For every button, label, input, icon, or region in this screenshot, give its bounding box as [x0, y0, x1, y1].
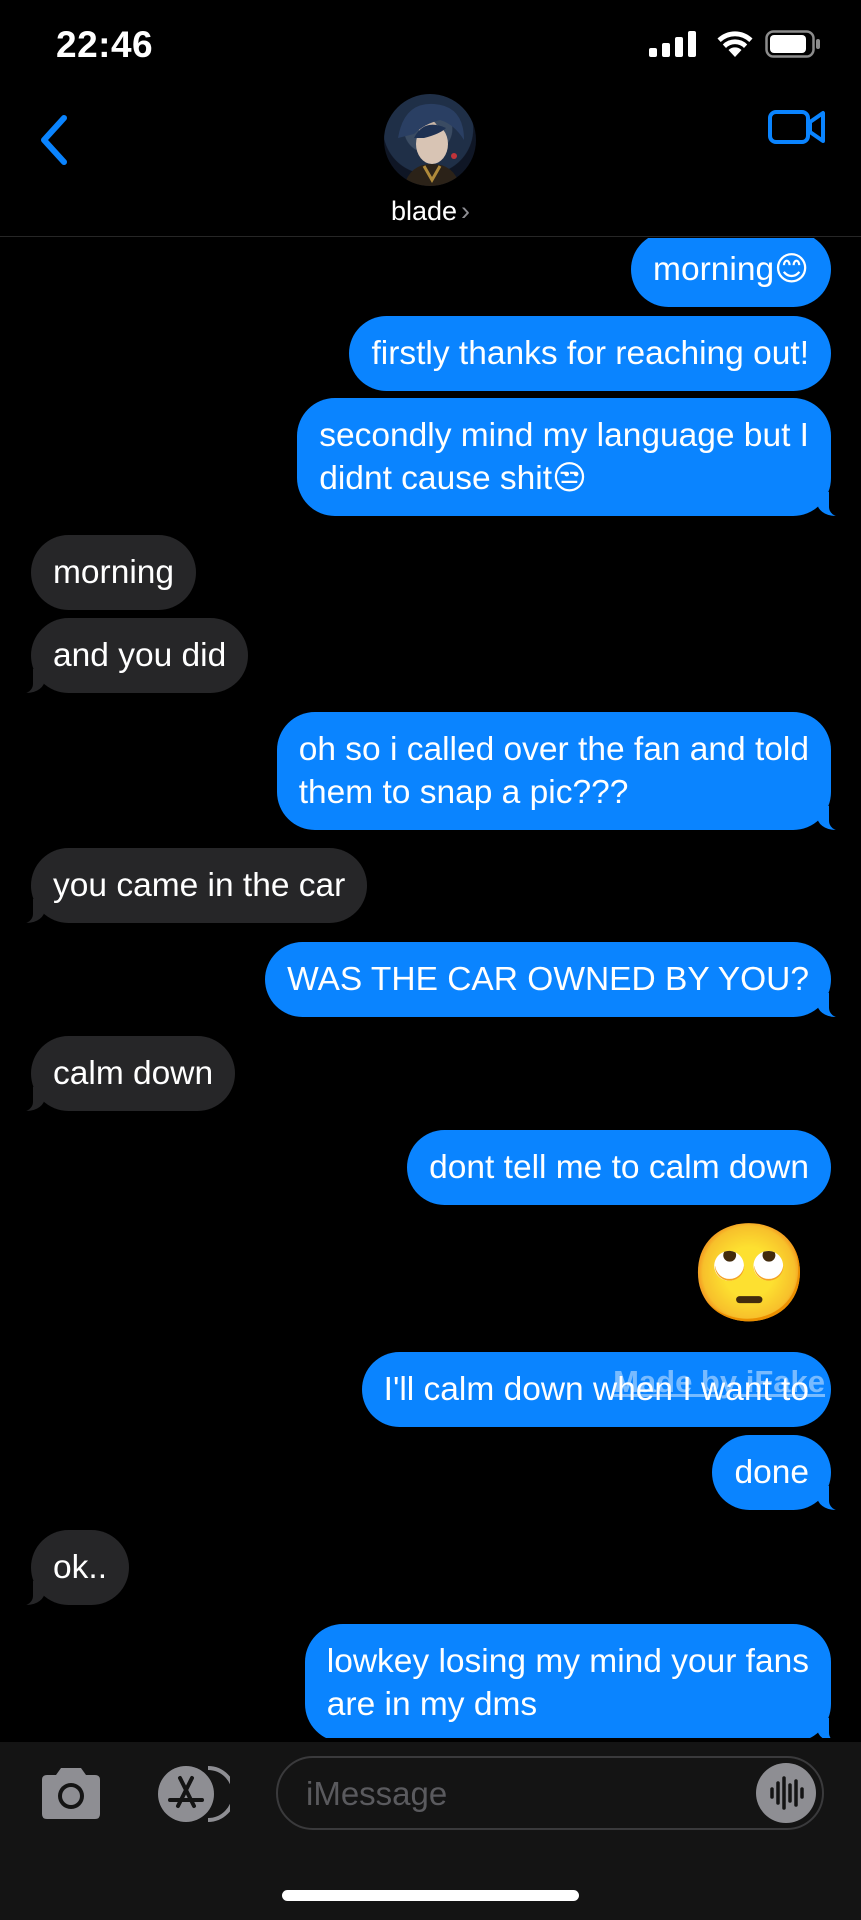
contact-name-button[interactable]: blade ›: [0, 196, 861, 227]
chevron-right-icon: ›: [461, 196, 471, 226]
waveform-glyph: [770, 1776, 804, 1810]
app-store-icon[interactable]: [150, 1764, 230, 1824]
message-bubble-sent[interactable]: oh so i called over the fan and told the…: [276, 712, 848, 831]
wifi-icon: [717, 31, 753, 57]
camera-icon[interactable]: [36, 1764, 106, 1822]
back-chevron-icon[interactable]: [30, 104, 80, 174]
status-time: 22:46: [56, 24, 154, 65]
contact-name: blade: [390, 196, 458, 226]
status-icons: [649, 30, 821, 58]
message-input[interactable]: [304, 1770, 728, 1818]
facetime-video-icon[interactable]: [767, 100, 827, 150]
message-bubble-sent[interactable]: dont tell me to calm down: [407, 1130, 831, 1205]
battery-icon: [765, 30, 820, 58]
message-input-field[interactable]: [276, 1756, 824, 1830]
message-bubble-received[interactable]: you came in the car: [14, 848, 368, 924]
message-bubble-sent[interactable]: done: [712, 1435, 847, 1511]
contact-avatar[interactable]: [384, 94, 476, 186]
message-bubble-sent[interactable]: secondly mind my language but I didnt ca…: [297, 398, 847, 517]
message-bubble-received[interactable]: morning: [31, 535, 197, 610]
watermark-text: Made by iFake: [613, 1364, 825, 1399]
message-thread[interactable]: morning😊 firstly thanks for reaching out…: [0, 238, 861, 1738]
status-bar: 22:46: [0, 0, 861, 90]
message-bubble-received[interactable]: ok..: [15, 1530, 129, 1606]
message-bubble-sent[interactable]: WAS THE CAR OWNED BY YOU?: [265, 942, 847, 1018]
message-bubble-sent[interactable]: morning😊: [631, 238, 831, 307]
message-bubble-received[interactable]: and you did: [14, 618, 249, 694]
avatar-portrait: [398, 103, 464, 186]
message-bubble-sent[interactable]: lowkey losing my mind your fans are in m…: [304, 1624, 848, 1738]
signal-icon: [649, 31, 696, 57]
audio-waveform-icon[interactable]: [756, 1763, 816, 1823]
message-emoji-eye-roll[interactable]: 🙄: [689, 1224, 809, 1324]
message-bubble-received[interactable]: calm down: [14, 1036, 236, 1112]
message-bubble-sent[interactable]: firstly thanks for reaching out!: [349, 316, 831, 391]
conversation-header: blade ›: [0, 90, 861, 237]
home-indicator[interactable]: [282, 1890, 579, 1901]
